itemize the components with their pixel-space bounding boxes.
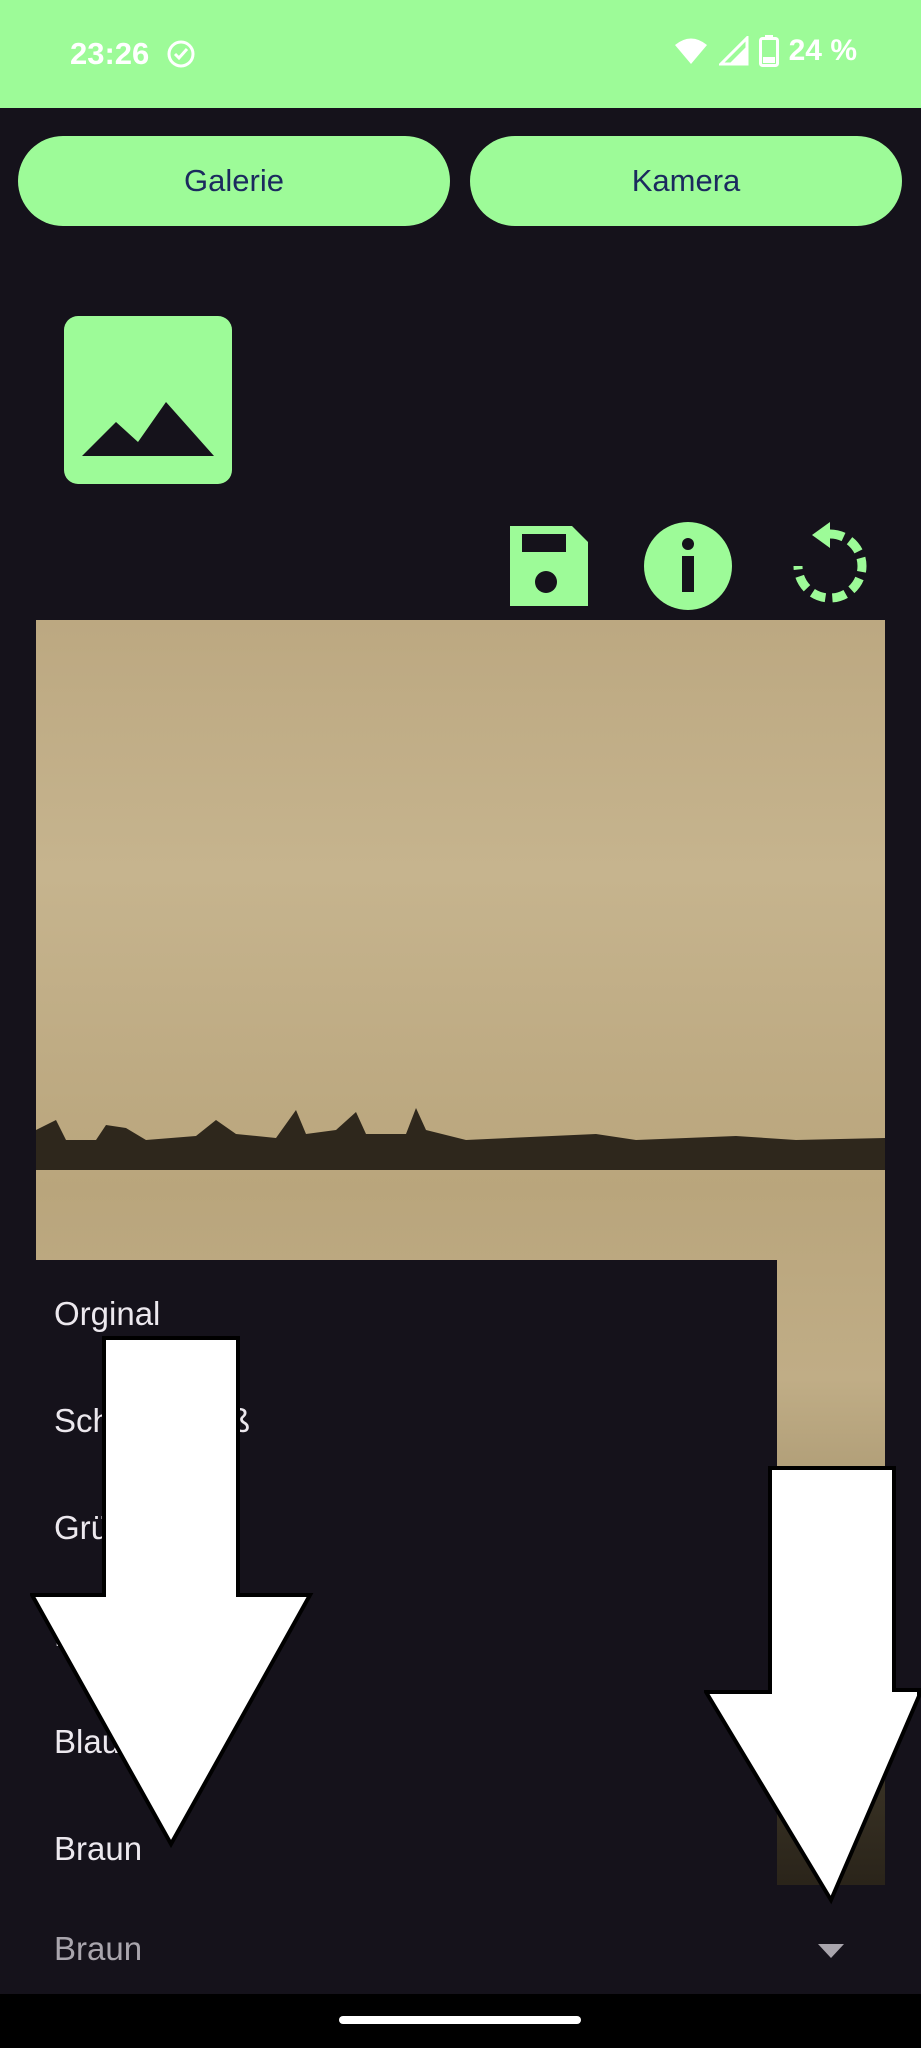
info-icon[interactable] xyxy=(642,520,734,612)
city-skyline xyxy=(36,1108,885,1170)
wifi-icon xyxy=(674,38,707,64)
signal-icon xyxy=(718,36,749,66)
reset-icon[interactable] xyxy=(784,520,876,612)
annotation-arrow-right-icon xyxy=(704,1466,921,1905)
image-placeholder-icon xyxy=(82,402,214,456)
check-circle-icon xyxy=(167,40,195,68)
filter-selected-value: Braun xyxy=(54,1930,143,1967)
battery-percent: 24 % xyxy=(788,34,857,67)
save-icon[interactable] xyxy=(502,520,594,612)
status-bar: 23:26 24 % xyxy=(0,0,921,108)
annotation-arrow-left-icon xyxy=(30,1336,314,1849)
battery-icon xyxy=(758,35,779,67)
image-thumbnail[interactable] xyxy=(64,316,232,484)
status-time: 23:26 xyxy=(70,36,150,71)
status-right: 24 % xyxy=(673,34,857,68)
filter-select[interactable]: Braun xyxy=(0,1906,921,2002)
chevron-down-icon[interactable] xyxy=(818,1944,844,1958)
galerie-button[interactable]: Galerie xyxy=(18,136,450,226)
kamera-button[interactable]: Kamera xyxy=(470,136,902,226)
home-indicator[interactable] xyxy=(339,2016,581,2024)
